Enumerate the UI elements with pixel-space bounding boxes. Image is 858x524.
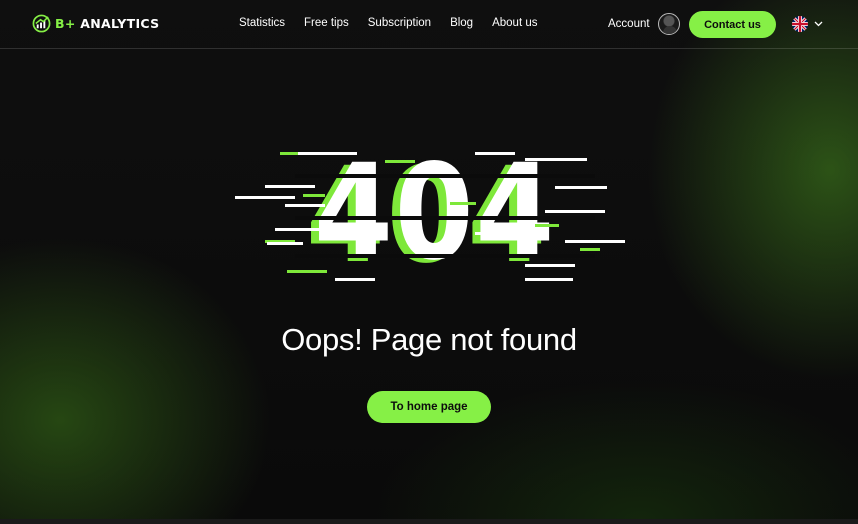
glitch-line — [525, 278, 573, 281]
glitch-line — [385, 160, 415, 163]
glitch-line — [297, 152, 357, 155]
home-page-button[interactable]: To home page — [367, 391, 491, 423]
glitch-line — [285, 204, 325, 207]
glitch-line — [335, 278, 375, 281]
brand-logo[interactable]: B+ ANALYTICS — [32, 14, 159, 33]
glitch-line — [580, 248, 600, 251]
account-label: Account — [608, 18, 650, 30]
nav-item-blog[interactable]: Blog — [450, 17, 473, 29]
error-code-graphic: 404 404 — [225, 136, 635, 291]
avatar[interactable] — [657, 13, 680, 35]
glitch-line — [535, 224, 559, 227]
glitch-line — [565, 240, 625, 243]
glitch-line — [525, 158, 587, 161]
nav-item-about-us[interactable]: About us — [492, 17, 537, 29]
nav-item-subscription[interactable]: Subscription — [368, 17, 431, 29]
nav-item-free-tips[interactable]: Free tips — [304, 17, 349, 29]
glitch-line — [303, 194, 325, 197]
logo-chart-icon — [32, 14, 51, 33]
page-bottom-edge — [0, 519, 858, 524]
error-code: 404 — [313, 136, 557, 290]
glitch-line — [265, 185, 315, 188]
glitch-line — [475, 152, 515, 155]
account-menu[interactable]: Account — [608, 13, 680, 35]
glitch-line — [450, 202, 476, 205]
brand-name: B+ ANALYTICS — [55, 16, 160, 31]
site-header: B+ ANALYTICS Statistics Free tips Subscr… — [0, 0, 858, 49]
glitch-slice — [295, 254, 595, 258]
glitch-line — [267, 242, 303, 245]
glitch-slice — [295, 216, 595, 220]
glitch-line — [280, 152, 298, 155]
chevron-down-icon — [814, 21, 823, 27]
uk-flag-icon — [792, 16, 808, 32]
glitch-line — [235, 196, 295, 199]
error-message: Oops! Page not found — [281, 322, 577, 357]
glitch-line — [545, 210, 605, 213]
nav-item-statistics[interactable]: Statistics — [239, 17, 285, 29]
glitch-line — [275, 228, 335, 231]
language-selector[interactable] — [792, 16, 823, 32]
glitch-line — [287, 270, 327, 273]
glitch-line — [475, 232, 525, 235]
glitch-line — [555, 186, 607, 189]
glitch-slice — [295, 174, 595, 178]
contact-us-button[interactable]: Contact us — [689, 11, 776, 38]
glitch-line — [525, 264, 575, 267]
page: B+ ANALYTICS Statistics Free tips Subscr… — [0, 0, 858, 524]
main-nav: Statistics Free tips Subscription Blog A… — [239, 17, 538, 29]
